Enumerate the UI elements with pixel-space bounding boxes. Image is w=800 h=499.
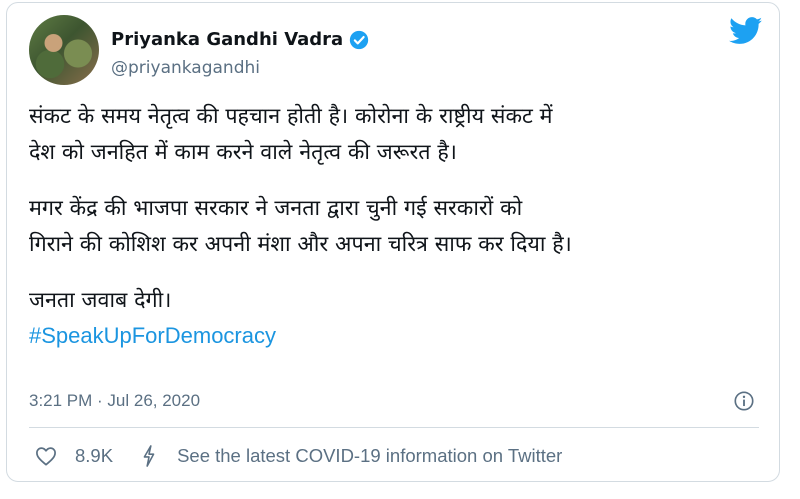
info-icon[interactable] — [733, 390, 755, 412]
action-bar: 8.9K See the latest COVID-19 information… — [29, 441, 759, 471]
twitter-bird-icon[interactable] — [729, 17, 763, 45]
heart-icon[interactable] — [35, 446, 57, 466]
divider — [29, 427, 759, 428]
tweet-paragraph: संकट के समय नेतृत्व की पहचान होती है। को… — [29, 104, 553, 165]
timestamp-row: 3:21 PM · Jul 26, 2020 — [29, 387, 759, 415]
like-count[interactable]: 8.9K — [75, 445, 113, 467]
tweet-card: Priyanka Gandhi Vadra @priyankagandhi सं… — [6, 2, 780, 482]
author-name[interactable]: Priyanka Gandhi Vadra — [111, 29, 343, 50]
timestamp[interactable]: 3:21 PM · Jul 26, 2020 — [29, 391, 200, 411]
author-row: Priyanka Gandhi Vadra — [111, 29, 369, 50]
author-handle[interactable]: @priyankagandhi — [111, 58, 260, 78]
covid-info-link[interactable]: See the latest COVID-19 information on T… — [177, 445, 562, 467]
tweet-paragraph: जनता जवाब देगी। — [29, 288, 172, 313]
avatar[interactable] — [29, 15, 99, 85]
tweet-text: संकट के समय नेतृत्व की पहचान होती है। को… — [29, 99, 759, 353]
verified-badge-icon — [350, 30, 369, 49]
hashtag-link[interactable]: #SpeakUpForDemocracy — [29, 319, 759, 353]
lightning-bolt-icon — [143, 445, 155, 467]
tweet-paragraph: मगर केंद्र की भाजपा सरकार ने जनता द्वारा… — [29, 196, 572, 257]
